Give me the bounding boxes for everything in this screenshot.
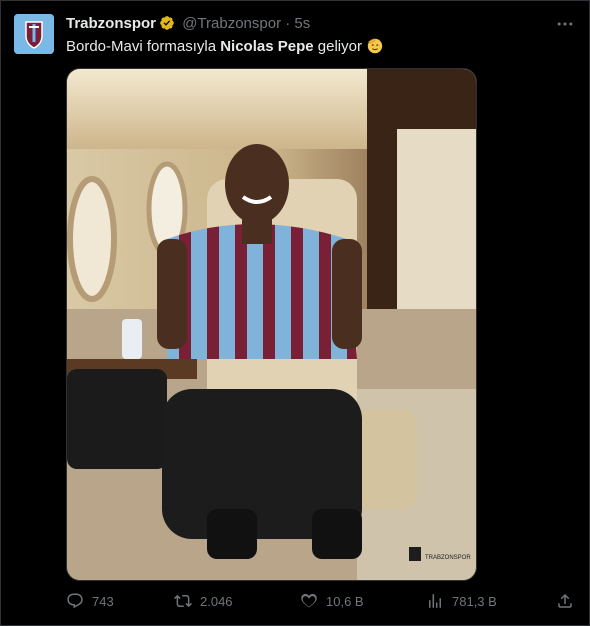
player-in-jet-photo: TRABZONSPOR <box>67 69 476 580</box>
tweet-text-end: geliyor <box>313 38 362 55</box>
reply-icon <box>67 593 83 609</box>
tweet-header: Trabzonspor @Trabzonspor · 5s <box>66 15 550 36</box>
action-bar: 743 2.046 10,6 B 781,3 B <box>66 590 576 612</box>
saluting-face-emoji-icon <box>366 37 384 61</box>
reply-count: 743 <box>92 593 114 609</box>
tweet-text: Bordo-Mavi formasıyla Nicolas Pepe geliy… <box>66 37 570 61</box>
like-button[interactable]: 10,6 B <box>300 592 364 610</box>
share-button[interactable] <box>556 592 574 610</box>
trabzonspor-crest-icon <box>14 14 54 54</box>
tweet-text-start: Bordo-Mavi formasıyla <box>66 38 221 55</box>
views-chart-icon <box>429 594 441 608</box>
watermark-label: TRABZONSPOR <box>425 555 471 561</box>
avatar[interactable] <box>14 14 54 54</box>
retweet-button[interactable]: 2.046 <box>174 592 233 610</box>
share-icon <box>558 593 572 608</box>
account-handle[interactable]: @Trabzonspor <box>182 15 281 32</box>
views-button[interactable]: 781,3 B <box>426 592 497 610</box>
reply-button[interactable]: 743 <box>66 592 114 610</box>
retweet-count: 2.046 <box>200 593 233 609</box>
header-separator: · <box>285 15 291 32</box>
heart-icon <box>301 593 317 608</box>
timestamp[interactable]: 5s <box>294 15 310 32</box>
views-count: 781,3 B <box>452 593 497 609</box>
retweet-icon <box>174 594 192 608</box>
verified-badge-icon <box>159 15 175 36</box>
tweet-text-mention: Nicolas Pepe <box>220 38 314 55</box>
more-options-icon[interactable] <box>554 14 576 34</box>
watermark <box>409 547 421 561</box>
like-count: 10,6 B <box>326 593 364 609</box>
tweet-media-photo[interactable]: TRABZONSPOR <box>66 68 477 581</box>
account-name[interactable]: Trabzonspor <box>66 15 156 32</box>
